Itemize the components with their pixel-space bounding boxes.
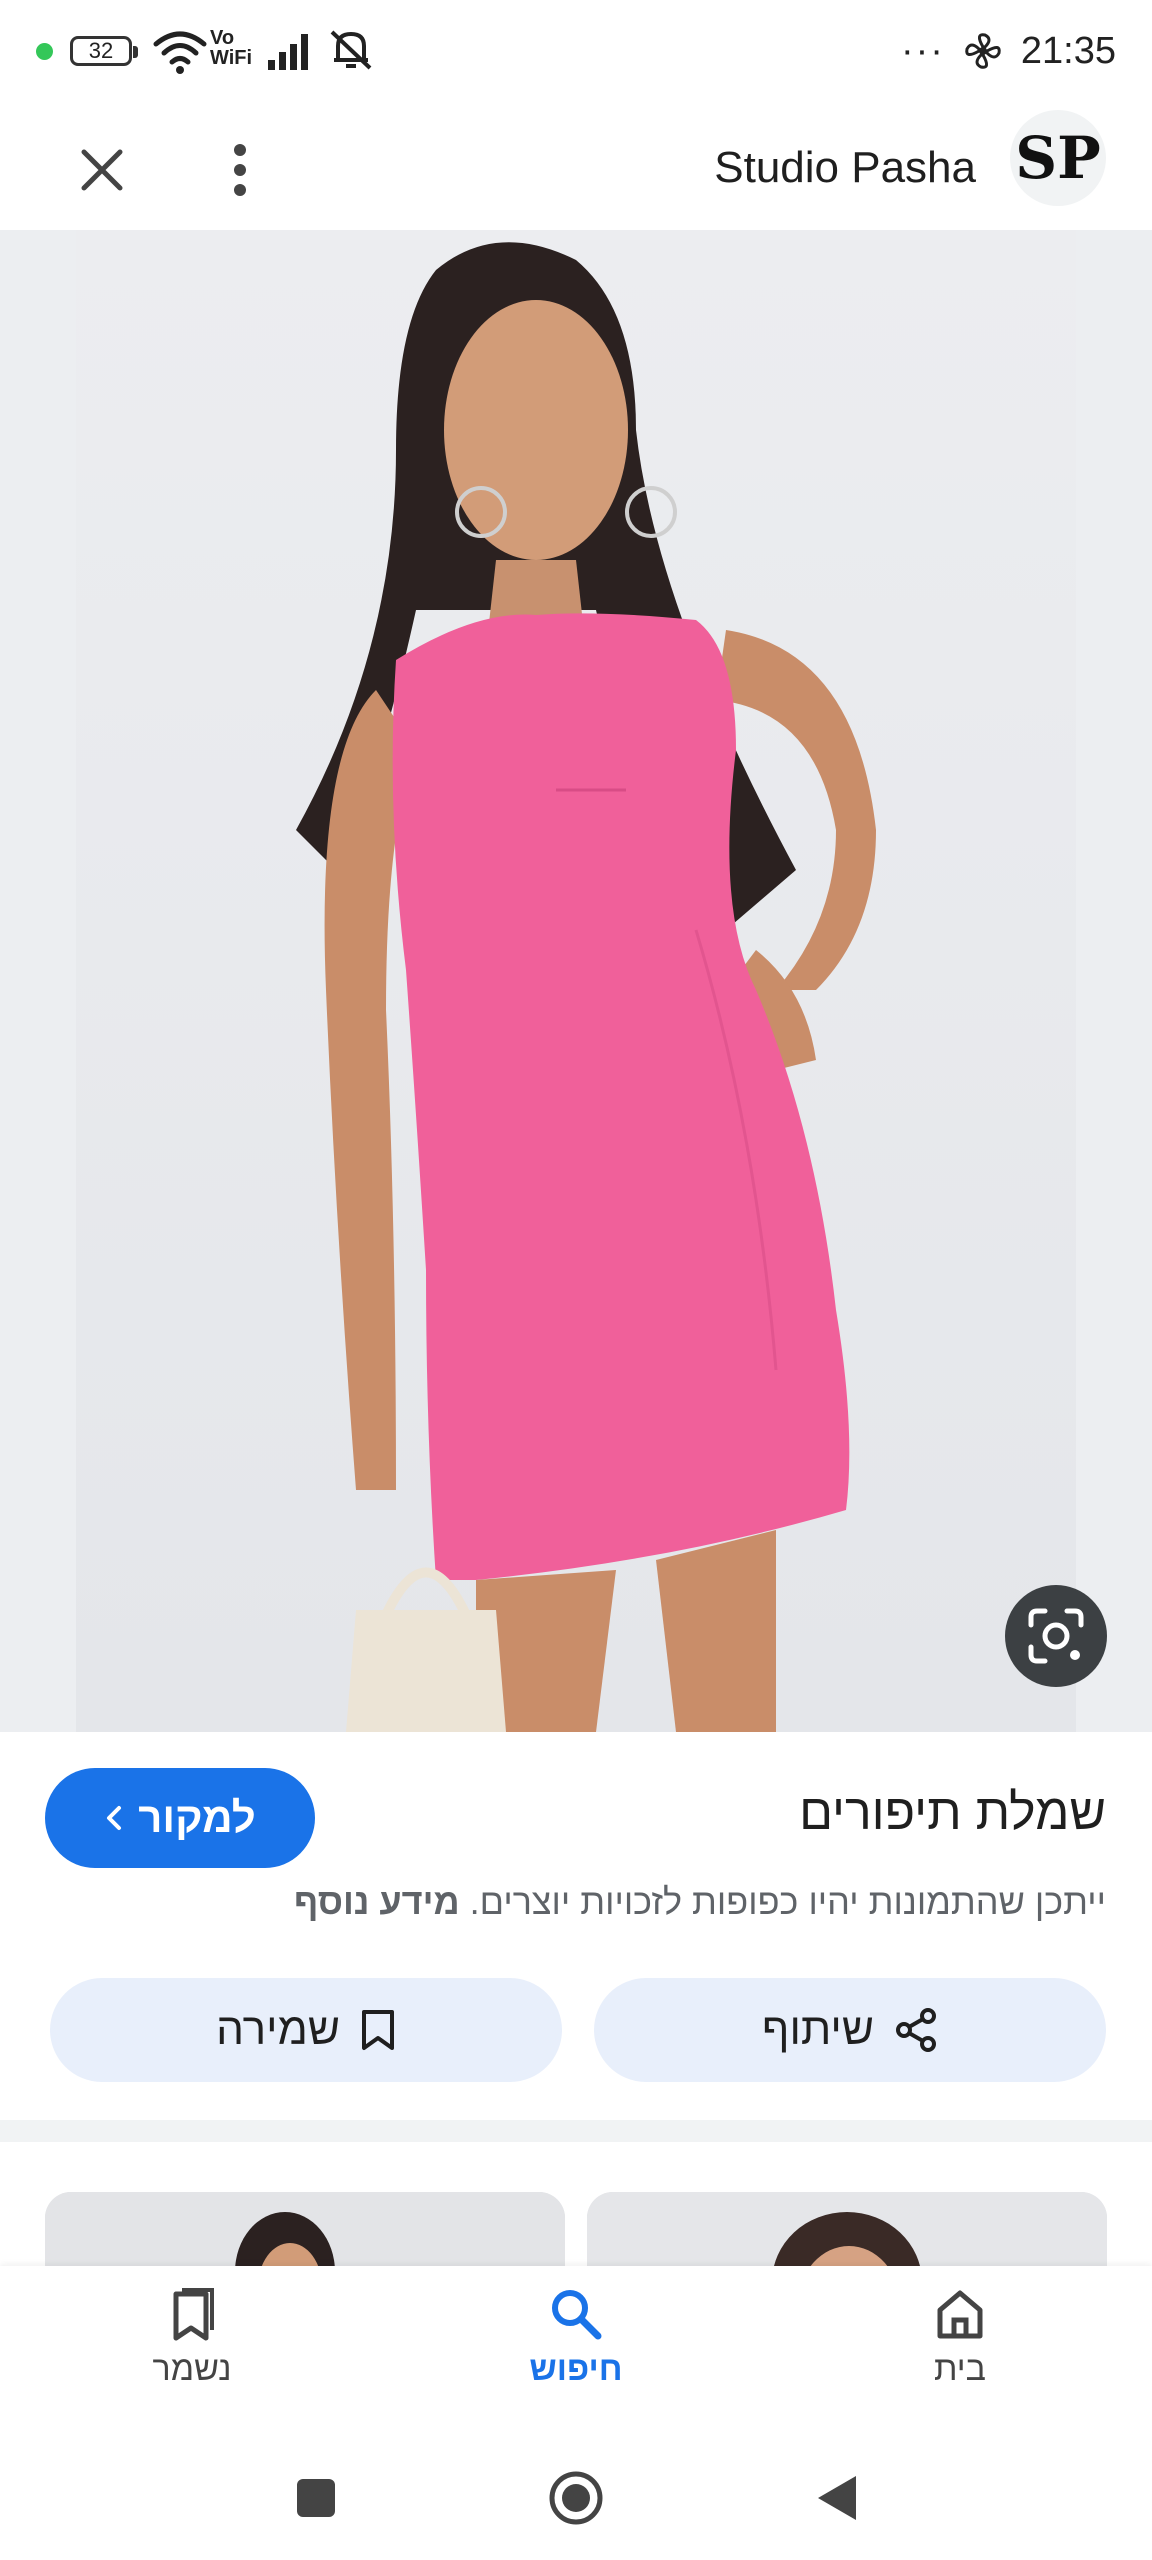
- system-navigation-bar: [0, 2430, 1152, 2560]
- nav-search-label: חיפוש: [529, 2350, 623, 2388]
- home-system-button[interactable]: [536, 2458, 616, 2538]
- share-icon: [895, 2008, 936, 2052]
- share-button[interactable]: שיתוף: [594, 1978, 1106, 2082]
- image-viewer[interactable]: [0, 230, 1152, 1732]
- visit-source-button[interactable]: למקור: [45, 1768, 315, 1868]
- learn-more-link[interactable]: מידע נוסף: [294, 1881, 460, 1922]
- related-image-thumb[interactable]: [45, 2192, 565, 2266]
- related-image-thumb[interactable]: [587, 2192, 1107, 2266]
- fan-icon: [965, 33, 1001, 69]
- chevron-left-icon: [107, 1806, 122, 1830]
- save-label: שמירה: [216, 2005, 340, 2054]
- clock: 21:35: [1020, 29, 1116, 72]
- status-bar: 32 Vo WiFi ··· 21:35: [0, 0, 1152, 100]
- home-circle-icon: [549, 2471, 603, 2525]
- close-button[interactable]: [62, 130, 142, 210]
- image-viewer-header: Studio Pasha SP: [0, 100, 1152, 230]
- nav-saved-label: נשמר: [152, 2350, 232, 2388]
- saved-icon: [173, 2288, 214, 2341]
- lens-icon: [1028, 1608, 1084, 1664]
- recents-icon: [297, 2479, 335, 2517]
- battery-icon: 32: [70, 36, 138, 66]
- bottom-navigation: בית חיפוש נשמר: [0, 2266, 1152, 2430]
- product-photo: [76, 230, 1076, 1732]
- more-options-button[interactable]: [200, 130, 280, 210]
- bookmark-icon: [361, 2010, 394, 2050]
- notice-text: ייתכן שהתמונות יהיו כפופות לזכויות יוצרי…: [469, 1881, 1106, 1922]
- more-vert-icon: [234, 144, 246, 196]
- back-icon: [818, 2476, 856, 2520]
- lens-search-button[interactable]: [1005, 1585, 1107, 1687]
- visit-label: למקור: [138, 1794, 256, 1841]
- share-label: שיתוף: [762, 2005, 874, 2054]
- close-icon: [81, 149, 123, 191]
- nav-saved[interactable]: נשמר: [82, 2284, 302, 2414]
- nav-search[interactable]: חיפוש: [466, 2284, 686, 2414]
- related-results: [0, 2142, 1152, 2266]
- save-button[interactable]: שמירה: [50, 1978, 562, 2082]
- vowifi-indicator: Vo WiFi: [210, 27, 253, 69]
- status-indicator-dot: [36, 43, 53, 60]
- signal-icon: [268, 34, 308, 70]
- nav-home-label: בית: [934, 2350, 986, 2388]
- overflow-indicator: ···: [900, 29, 945, 72]
- status-right: ··· 21:35: [901, 26, 1116, 76]
- related-photo: [45, 2192, 565, 2266]
- source-site-name[interactable]: Studio Pasha: [714, 128, 976, 208]
- home-icon: [937, 2290, 983, 2339]
- dress-model-illustration: [296, 242, 876, 1732]
- wifi-icon: [153, 31, 207, 74]
- result-title: שמלת תיפורים: [799, 1784, 1106, 1840]
- copyright-notice: ייתכן שהתמונות יהיו כפופות לזכויות יוצרי…: [46, 1878, 1106, 1926]
- back-button[interactable]: [796, 2458, 876, 2538]
- recents-button[interactable]: [276, 2458, 356, 2538]
- related-photo: [587, 2192, 1107, 2266]
- search-icon: [552, 2290, 602, 2340]
- mute-icon: [330, 30, 372, 70]
- section-divider: [0, 2120, 1152, 2142]
- nav-home[interactable]: בית: [850, 2284, 1070, 2414]
- source-site-logo[interactable]: SP: [1010, 110, 1106, 206]
